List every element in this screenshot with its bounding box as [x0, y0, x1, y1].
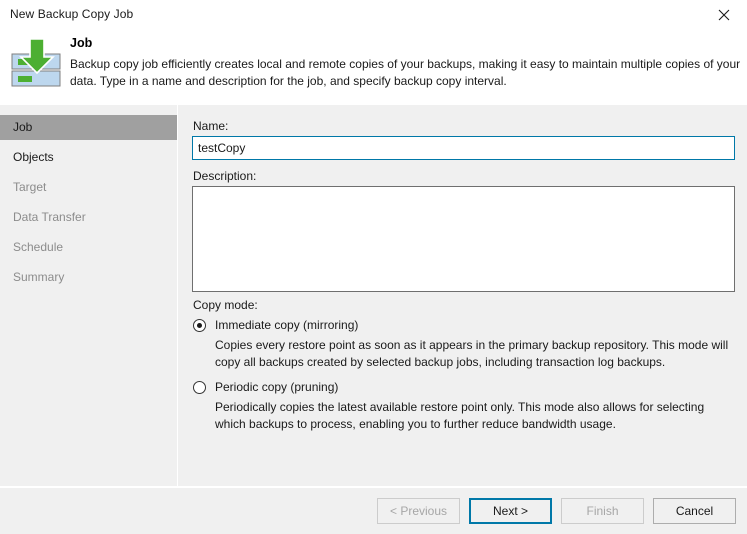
sidebar-item-data-transfer[interactable]: Data Transfer — [0, 205, 177, 230]
copy-mode-radio-group: Immediate copy (mirroring) Copies every … — [192, 317, 737, 432]
button-row: < Previous Next > Finish Cancel — [377, 498, 736, 524]
job-settings-pane: Name: Description: Copy mode: Immediate … — [179, 105, 747, 486]
radio-label-periodic-copy: Periodic copy (pruning) — [215, 380, 339, 394]
description-label: Description: — [193, 169, 257, 183]
sidebar-item-label: Data Transfer — [13, 210, 86, 224]
radio-label-immediate-copy: Immediate copy (mirroring) — [215, 318, 359, 332]
sidebar-item-label: Target — [13, 180, 47, 194]
sidebar-item-objects[interactable]: Objects — [0, 145, 177, 170]
radio-button-immediate-copy[interactable] — [193, 319, 206, 332]
radio-button-periodic-copy[interactable] — [193, 381, 206, 394]
close-icon — [718, 9, 730, 21]
sidebar-item-label: Job — [13, 120, 33, 134]
finish-button[interactable]: Finish — [561, 498, 644, 524]
sidebar-item-label: Objects — [13, 150, 54, 164]
sidebar-item-schedule[interactable]: Schedule — [0, 235, 177, 260]
cancel-button[interactable]: Cancel — [653, 498, 736, 524]
header-title: Job — [70, 36, 93, 50]
dialog-footer: < Previous Next > Finish Cancel — [0, 487, 747, 534]
radio-description-immediate-copy: Copies every restore point as soon as it… — [215, 338, 729, 369]
wizard-step-list: Job Objects Target Data Transfer Schedul… — [0, 105, 178, 486]
name-input[interactable] — [192, 136, 735, 160]
previous-button[interactable]: < Previous — [377, 498, 460, 524]
sidebar-item-summary[interactable]: Summary — [0, 265, 177, 290]
sidebar-item-target[interactable]: Target — [0, 175, 177, 200]
name-label: Name: — [193, 119, 229, 133]
radio-option-periodic-copy[interactable]: Periodic copy (pruning) — [192, 379, 737, 398]
title-bar: New Backup Copy Job — [0, 0, 747, 31]
description-input[interactable] — [192, 186, 735, 292]
close-button[interactable] — [701, 0, 747, 30]
radio-option-immediate-copy[interactable]: Immediate copy (mirroring) — [192, 317, 737, 336]
radio-description-periodic-copy: Periodically copies the latest available… — [215, 400, 705, 431]
header-description: Backup copy job efficiently creates loca… — [70, 57, 741, 88]
backup-copy-icon — [8, 35, 66, 93]
next-button[interactable]: Next > — [469, 498, 552, 524]
copy-mode-label: Copy mode: — [193, 298, 258, 312]
sidebar-item-job[interactable]: Job — [0, 115, 177, 140]
window-title: New Backup Copy Job — [10, 7, 134, 21]
sidebar-item-label: Schedule — [13, 240, 64, 254]
sidebar-item-label: Summary — [13, 270, 65, 284]
header-banner: Job Backup copy job efficiently creates … — [0, 31, 747, 105]
dialog-body: Job Objects Target Data Transfer Schedul… — [0, 105, 747, 486]
